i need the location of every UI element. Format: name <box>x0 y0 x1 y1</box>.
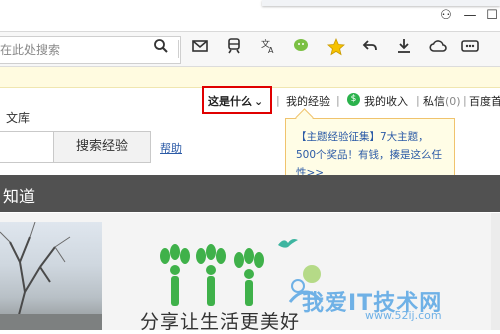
search-icon[interactable] <box>150 38 172 60</box>
help-link[interactable]: 帮助 <box>160 140 182 156</box>
baidu-home-link[interactable]: 百度首 <box>469 93 500 109</box>
my-income-link[interactable]: 我的收入 <box>364 93 408 109</box>
category-banner <box>0 175 500 212</box>
message-count: (0) <box>445 95 461 108</box>
back-arrow-icon[interactable] <box>359 38 381 60</box>
tree-photo <box>0 221 102 331</box>
private-message-link[interactable]: 私信(0) <box>423 93 461 109</box>
search-experience-button[interactable]: 搜索经验 <box>53 131 151 163</box>
banner-title: 知道 <box>3 187 36 206</box>
nav-separator: | <box>416 94 420 107</box>
minimize-icon[interactable]: — <box>459 6 481 26</box>
user-icon[interactable]: ⚇ <box>435 6 457 26</box>
nav-separator: | <box>276 94 280 107</box>
experience-search-input[interactable] <box>0 131 54 163</box>
download-icon[interactable] <box>393 38 415 60</box>
star-icon[interactable] <box>325 37 347 60</box>
svg-text:A: A <box>268 46 274 54</box>
wenku-link[interactable]: 文库 <box>6 109 30 126</box>
train-icon[interactable] <box>223 38 245 60</box>
translate-icon[interactable]: 文A <box>257 38 279 60</box>
money-icon: $ <box>347 93 360 106</box>
mail-icon[interactable] <box>189 38 211 60</box>
nav-separator: | <box>463 94 467 107</box>
search-placeholder: 在此处搜索 <box>0 43 61 57</box>
my-experience-link[interactable]: 我的经验 <box>286 93 330 109</box>
wechat-icon[interactable] <box>291 38 313 60</box>
watermark-url: www.52ij.com <box>365 309 442 322</box>
promo-tooltip-link[interactable]: 【主题经验征集】7大主题，500个奖品！有钱，揍是这么任性>> <box>296 128 446 182</box>
maximize-icon[interactable]: ☐ <box>481 6 500 26</box>
bird-icon <box>278 234 298 248</box>
green-people-trees-illustration <box>155 240 275 308</box>
what-is-this-link[interactable]: 这是什么 ⌄ <box>208 93 263 109</box>
notification-bar <box>0 67 500 88</box>
more-icon[interactable] <box>459 38 481 60</box>
toolbar-separator <box>178 40 179 58</box>
cloud-icon[interactable] <box>427 38 449 60</box>
nav-separator: | <box>336 94 340 107</box>
chevron-down-icon: ⌄ <box>254 95 264 108</box>
scrollbar[interactable] <box>491 213 500 330</box>
